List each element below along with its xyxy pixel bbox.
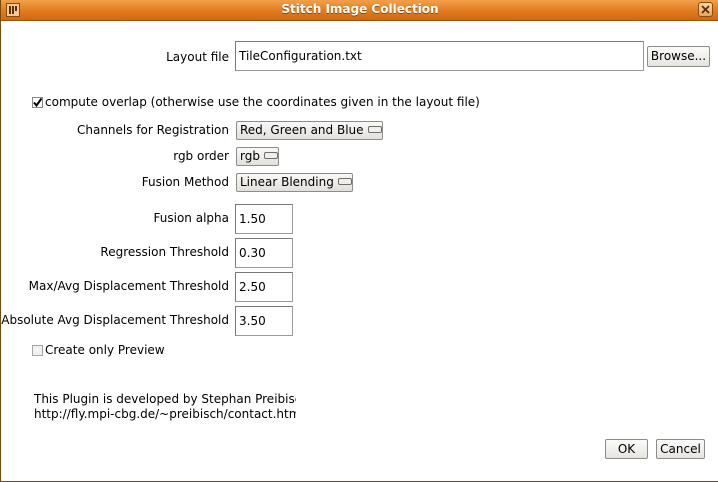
regression-threshold-input[interactable]: 0.30 xyxy=(235,238,293,268)
create-preview-label[interactable]: Create only Preview xyxy=(45,343,165,357)
channels-value: Red, Green and Blue xyxy=(240,123,364,137)
fusion-method-value: Linear Blending xyxy=(240,175,334,189)
info-line-2: http://fly.mpi-cbg.de/~preibisch/contact… xyxy=(34,407,296,421)
compute-overlap-label[interactable]: compute overlap (otherwise use the coord… xyxy=(45,95,480,109)
rgb-order-value: rgb xyxy=(240,149,260,163)
checkmark-icon xyxy=(32,97,43,108)
layout-file-input[interactable]: TileConfiguration.txt xyxy=(235,41,644,71)
fusion-method-label: Fusion Method xyxy=(141,175,229,189)
fusion-alpha-label: Fusion alpha xyxy=(153,211,229,225)
max-avg-displacement-input[interactable]: 2.50 xyxy=(235,272,293,302)
absolute-avg-displacement-label: Absolute Avg Displacement Threshold xyxy=(1,313,229,327)
info-line-1: This Plugin is developed by Stephan Prei… xyxy=(34,392,296,406)
checkbox-empty-icon xyxy=(32,345,43,356)
info-text: This Plugin is developed by Stephan Prei… xyxy=(34,392,296,421)
combo-arrow-icon xyxy=(367,126,382,133)
title-bar[interactable]: Stitch Image Collection xyxy=(1,0,718,21)
close-icon xyxy=(701,5,710,14)
rgb-order-select[interactable]: rgb xyxy=(236,147,279,166)
absolute-avg-displacement-input[interactable]: 3.50 xyxy=(235,306,293,336)
window-title: Stitch Image Collection xyxy=(281,2,439,16)
layout-file-label: Layout file xyxy=(166,50,229,64)
dialog-content: Layout file TileConfiguration.txt Browse… xyxy=(1,21,718,481)
browse-button[interactable]: Browse... xyxy=(647,46,710,67)
fusion-alpha-input[interactable]: 1.50 xyxy=(235,204,293,234)
create-preview-checkbox[interactable] xyxy=(32,345,43,356)
regression-threshold-label: Regression Threshold xyxy=(100,245,229,259)
rgb-order-label: rgb order xyxy=(173,149,229,163)
fusion-method-select[interactable]: Linear Blending xyxy=(236,173,353,192)
compute-overlap-checkbox[interactable] xyxy=(32,97,43,108)
max-avg-displacement-label: Max/Avg Displacement Threshold xyxy=(28,279,229,293)
close-button[interactable] xyxy=(698,2,713,17)
dialog-window: Stitch Image Collection Layout file Tile… xyxy=(0,0,718,482)
ok-button[interactable]: OK xyxy=(605,439,648,459)
combo-arrow-icon xyxy=(337,178,352,185)
channels-select[interactable]: Red, Green and Blue xyxy=(236,121,383,140)
cancel-button[interactable]: Cancel xyxy=(656,439,705,459)
combo-arrow-icon xyxy=(263,152,278,159)
channels-label: Channels for Registration xyxy=(76,123,229,137)
